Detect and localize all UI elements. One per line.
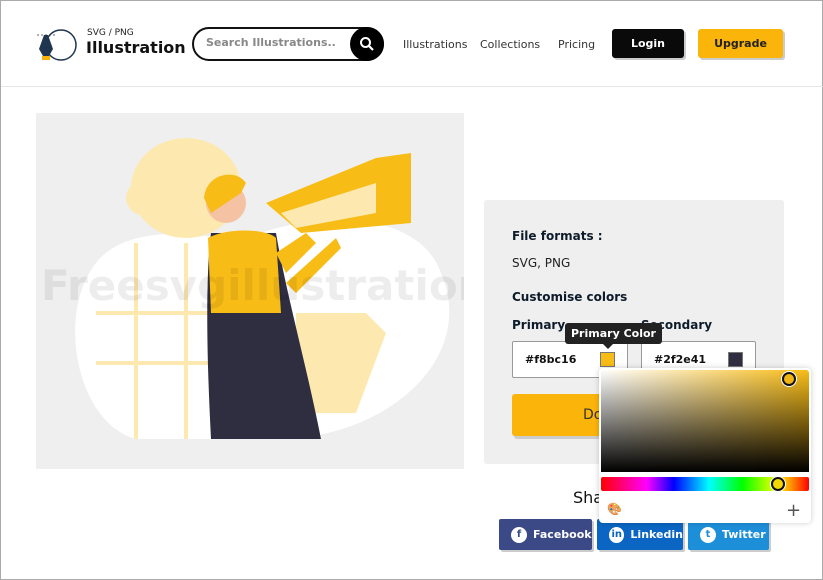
watermark: Freesvgillustration bbox=[41, 261, 464, 310]
primary-color-tooltip: Primary Color bbox=[565, 323, 662, 349]
nav-pricing[interactable]: Pricing bbox=[558, 38, 595, 51]
primary-color-value: #f8bc16 bbox=[525, 353, 577, 366]
search-input[interactable] bbox=[206, 36, 336, 49]
palette-icon[interactable]: 🎨 bbox=[607, 502, 622, 516]
secondary-color-value: #2f2e41 bbox=[654, 353, 707, 366]
illustration-preview: Freesvgillustration bbox=[36, 113, 464, 469]
primary-color-swatch[interactable] bbox=[600, 352, 615, 367]
upgrade-button[interactable]: Upgrade bbox=[698, 29, 783, 58]
linkedin-share-button[interactable]: in Linkedin bbox=[597, 519, 683, 550]
login-button[interactable]: Login bbox=[612, 29, 684, 58]
facebook-share-button[interactable]: f Facebook bbox=[499, 519, 592, 550]
facebook-label: Facebook bbox=[533, 528, 592, 541]
search-icon bbox=[360, 37, 374, 51]
customise-colors-heading: Customise colors bbox=[512, 290, 628, 304]
file-formats-value: SVG, PNG bbox=[512, 256, 571, 270]
header: SVG / PNG Illustration Illustrations Col… bbox=[1, 1, 823, 87]
secondary-color-swatch[interactable] bbox=[728, 352, 743, 367]
search-button[interactable] bbox=[350, 27, 384, 61]
linkedin-label: Linkedin bbox=[630, 528, 683, 541]
logo-subtitle: SVG / PNG bbox=[87, 28, 134, 38]
pen-nib-icon bbox=[37, 29, 77, 61]
search-bar bbox=[192, 27, 384, 61]
hue-handle[interactable] bbox=[771, 477, 785, 491]
primary-label: Primary bbox=[512, 318, 566, 332]
logo-title: Illustration bbox=[86, 38, 186, 57]
file-formats-label: File formats : bbox=[512, 229, 603, 243]
facebook-icon: f bbox=[511, 526, 527, 543]
nav-collections[interactable]: Collections bbox=[480, 38, 540, 51]
logo[interactable]: SVG / PNG Illustration bbox=[35, 25, 186, 65]
saturation-value-area[interactable] bbox=[601, 370, 809, 472]
add-swatch-icon[interactable]: + bbox=[786, 500, 801, 521]
twitter-share-button[interactable]: t Twitter bbox=[688, 519, 769, 550]
linkedin-icon: in bbox=[609, 526, 625, 543]
twitter-label: Twitter bbox=[722, 528, 766, 541]
color-picker-popup: 🎨 + bbox=[599, 368, 811, 523]
twitter-icon: t bbox=[700, 526, 716, 543]
saturation-handle[interactable] bbox=[782, 372, 796, 386]
nav-illustrations[interactable]: Illustrations bbox=[403, 38, 467, 51]
